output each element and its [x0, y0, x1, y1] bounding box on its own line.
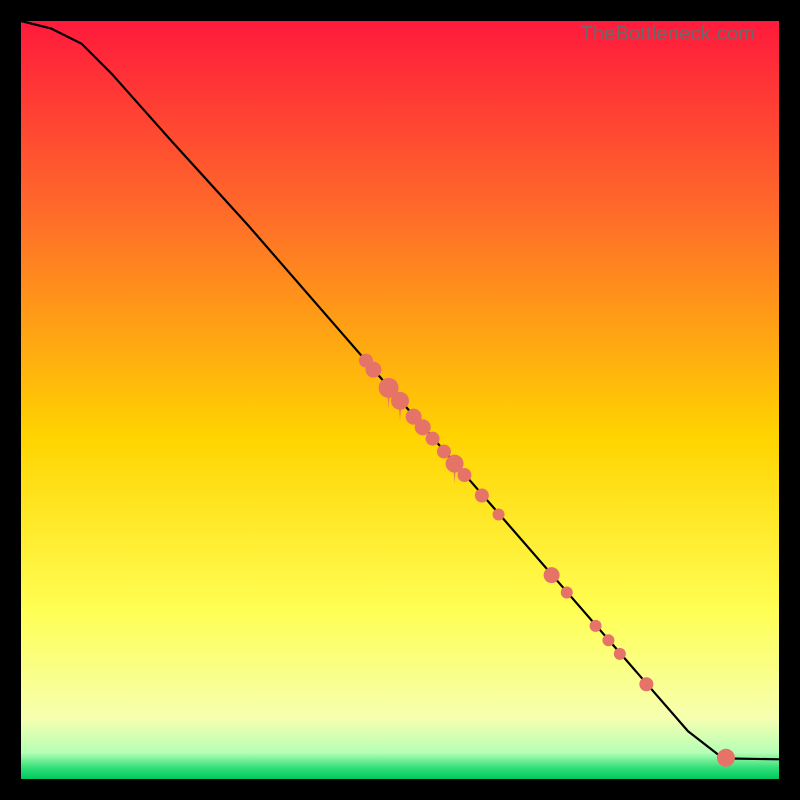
data-point: [717, 749, 735, 767]
data-point: [639, 677, 653, 691]
data-point: [475, 489, 489, 503]
data-point: [602, 634, 614, 646]
data-point: [365, 362, 381, 378]
data-point: [415, 419, 431, 435]
data-point: [493, 508, 505, 520]
frame-border: TheBottleneck.com: [0, 0, 800, 800]
data-point: [544, 567, 560, 583]
plot-area: TheBottleneck.com: [21, 21, 779, 779]
bottleneck-curve: [21, 21, 779, 759]
chart-svg: [21, 21, 779, 779]
data-point: [437, 445, 451, 459]
data-point: [391, 392, 409, 410]
data-point: [614, 648, 626, 660]
data-point: [457, 468, 471, 482]
data-point: [590, 620, 602, 632]
data-point: [561, 587, 573, 599]
data-point: [426, 432, 440, 446]
